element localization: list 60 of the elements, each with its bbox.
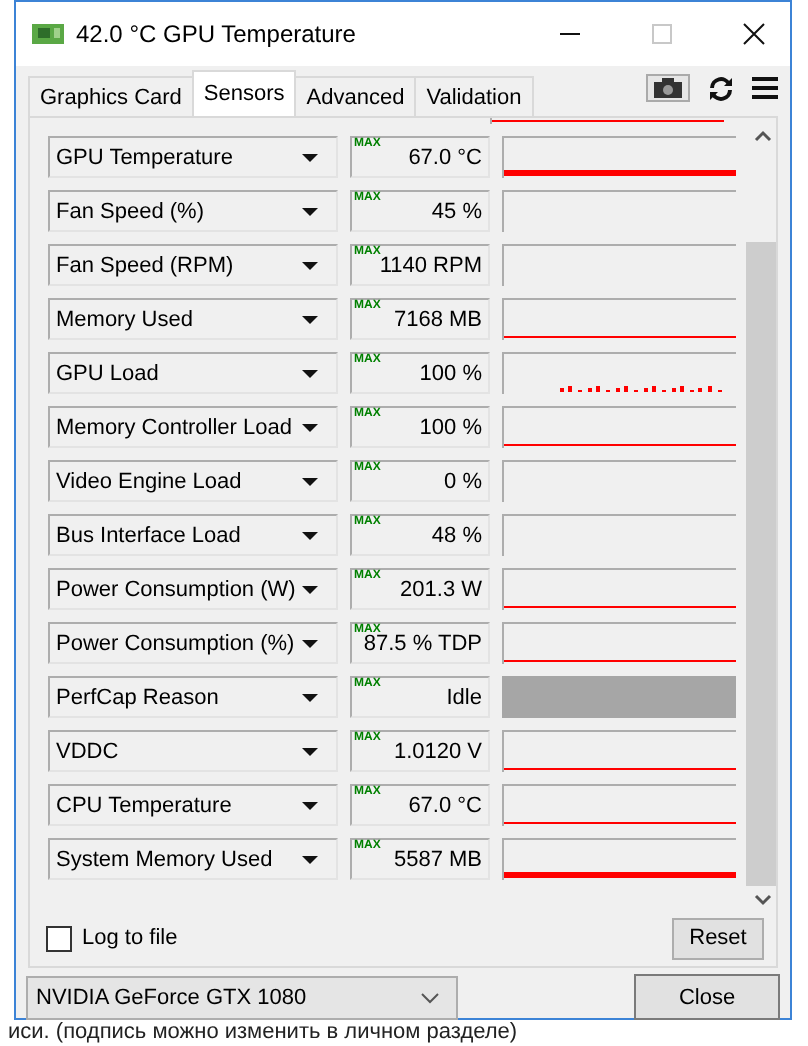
sensor-dropdown[interactable]: Power Consumption (%) <box>48 622 338 664</box>
sensor-value: 87.5 % TDP <box>363 631 482 655</box>
sensor-dropdown[interactable]: Memory Used <box>48 298 338 340</box>
chevron-down-icon <box>420 991 440 1003</box>
checkbox-label[interactable]: Log to file <box>82 926 178 950</box>
sensor-dropdown[interactable]: Fan Speed (%) <box>48 190 338 232</box>
caret-icon <box>302 423 318 431</box>
sensor-value: 5587 MB <box>393 847 482 871</box>
caret-icon <box>302 207 318 215</box>
sensor-value: 201.3 W <box>400 577 482 601</box>
sensor-dropdown[interactable]: GPU Load <box>48 352 338 394</box>
caret-icon <box>302 585 318 593</box>
sensor-dropdown[interactable]: Bus Interface Load <box>48 514 338 556</box>
log-checkbox[interactable] <box>46 925 72 951</box>
tab[interactable]: Sensors <box>191 70 297 116</box>
sensor-value: 100 % <box>419 415 482 439</box>
graphics-card-icon <box>32 22 64 46</box>
sensor-dropdown[interactable]: Memory Controller Load <box>48 406 338 448</box>
sensor-value: 67.0 °C <box>408 145 482 169</box>
caret-icon <box>302 315 318 323</box>
sensor-dropdown[interactable]: CPU Temperature <box>48 784 338 826</box>
caret-icon <box>302 477 318 485</box>
caret-icon <box>302 855 318 863</box>
sensor-dropdown[interactable]: System Memory Used <box>48 838 338 880</box>
sensor-value: 1.0120 V <box>393 739 482 763</box>
menu-icon[interactable] <box>752 76 778 100</box>
refresh-icon[interactable] <box>708 75 734 101</box>
sensor-value: 45 % <box>431 199 482 223</box>
caret-icon <box>302 261 318 269</box>
close-button[interactable]: Close <box>634 974 780 1020</box>
background-text: иси. (подпись можно изменить в личном разделе) <box>8 1020 518 1046</box>
caret-icon <box>302 153 318 161</box>
camera-icon[interactable] <box>646 74 690 102</box>
sensor-dropdown[interactable]: Video Engine Load <box>48 460 338 502</box>
window-title: 42.0 °C GPU Temperature <box>76 20 358 48</box>
sensor-value: 100 % <box>419 361 482 385</box>
sensor-dropdown[interactable]: GPU Temperature <box>48 136 338 178</box>
tab[interactable]: Validation <box>414 76 534 116</box>
tab[interactable]: Graphics Card <box>28 76 194 116</box>
scroll-down-icon[interactable] <box>753 894 771 906</box>
sensor-value: Idle <box>446 685 482 709</box>
caret-icon <box>302 693 318 701</box>
sensor-dropdown[interactable]: Fan Speed (RPM) <box>48 244 338 286</box>
caret-icon <box>302 369 318 377</box>
sensor-value: 0 % <box>444 469 482 493</box>
sensor-value: 67.0 °C <box>408 793 482 817</box>
sensor-dropdown[interactable]: VDDC <box>48 730 338 772</box>
close-icon[interactable] <box>742 22 766 46</box>
caret-icon <box>302 801 318 809</box>
sensor-dropdown[interactable]: PerfCap Reason <box>48 676 338 718</box>
caret-icon <box>302 531 318 539</box>
sensor-value: 1140 RPM <box>379 253 482 277</box>
gpu-dropdown[interactable]: NVIDIA GeForce GTX 1080 <box>26 975 458 1019</box>
sensor-value: 48 % <box>431 523 482 547</box>
caret-icon <box>302 639 318 647</box>
caret-icon <box>302 747 318 755</box>
sensor-value: 7168 MB <box>393 307 482 331</box>
sensor-dropdown[interactable]: Power Consumption (W) <box>48 568 338 610</box>
scroll-up-icon[interactable] <box>753 130 771 142</box>
reset-button[interactable]: Reset <box>672 917 764 959</box>
